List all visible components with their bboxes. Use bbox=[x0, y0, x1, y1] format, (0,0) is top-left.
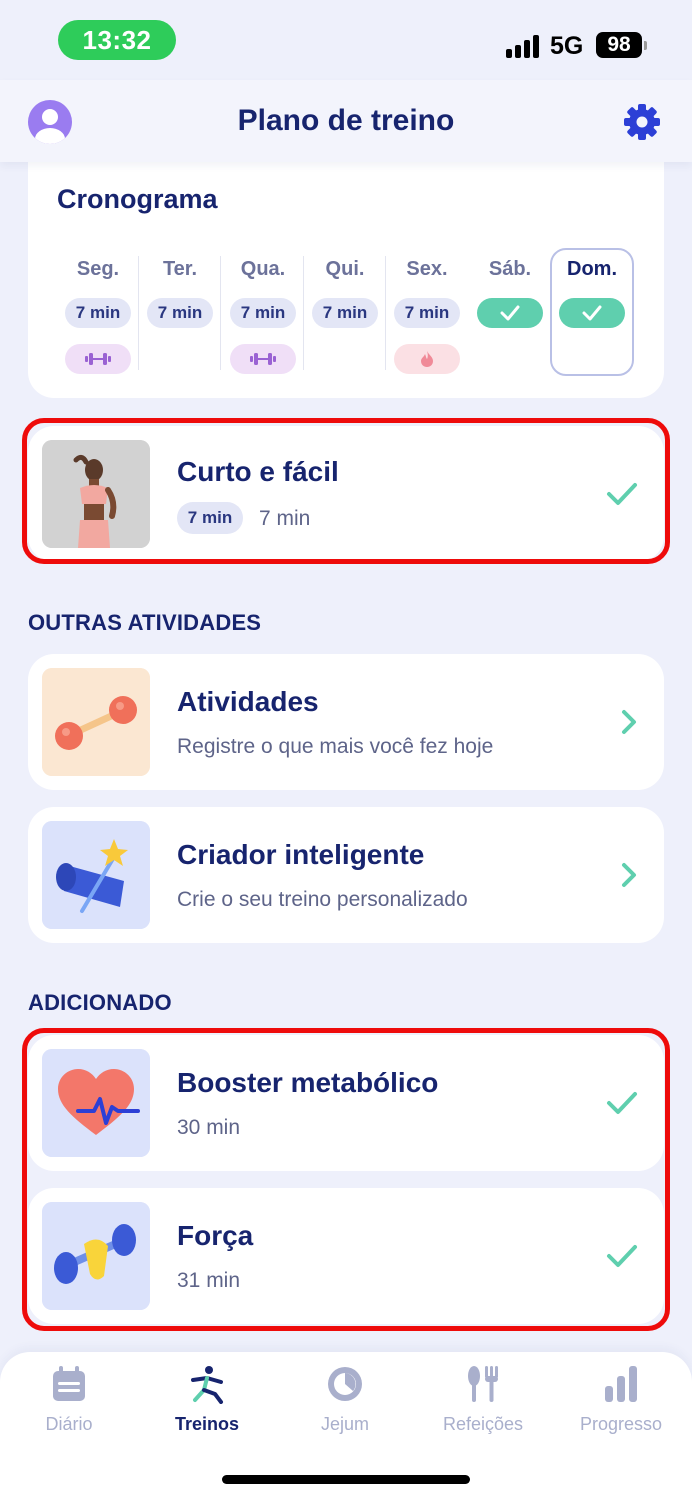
day-label: Ter. bbox=[162, 258, 198, 280]
activities-title: Atividades bbox=[177, 686, 319, 717]
home-indicator bbox=[222, 1475, 470, 1484]
day-label: Sáb. bbox=[488, 258, 532, 280]
day-thursday[interactable]: Qui. 7 min bbox=[304, 256, 386, 370]
metabolic-booster-duration: 30 min bbox=[177, 1116, 241, 1139]
day-duration-chip: 7 min bbox=[312, 298, 378, 328]
nav-item-treinos[interactable]: Treinos bbox=[138, 1364, 276, 1444]
status-bar: 13:32 5G 98 bbox=[0, 0, 692, 80]
bar-chart-icon bbox=[605, 1366, 637, 1402]
nav-item-progresso[interactable]: Progresso bbox=[552, 1364, 690, 1444]
day-tuesday[interactable]: Ter. 7 min bbox=[139, 256, 221, 370]
schedule-title: Cronograma bbox=[57, 184, 218, 214]
day-label: Qui. bbox=[325, 258, 365, 280]
section-title-added: ADICIONADO bbox=[28, 990, 172, 1015]
dumbbell-icon bbox=[42, 668, 150, 776]
nav-label: Treinos bbox=[174, 1414, 240, 1434]
status-time: 13:32 bbox=[58, 20, 176, 60]
day-duration-chip: 7 min bbox=[65, 298, 131, 328]
nav-item-jejum[interactable]: Jejum bbox=[276, 1364, 414, 1444]
day-duration-chip: 7 min bbox=[394, 298, 460, 328]
yoga-mat-icon bbox=[42, 821, 150, 929]
day-wednesday[interactable]: Qua. 7 min bbox=[222, 256, 304, 374]
strength-title: Força bbox=[177, 1220, 254, 1251]
day-label: Dom. bbox=[567, 258, 617, 280]
smart-creator-subtitle: Crie o seu treino personalizado bbox=[177, 888, 468, 911]
chevron-right-icon[interactable] bbox=[620, 862, 638, 888]
signal-icon bbox=[506, 34, 542, 58]
smart-creator-card[interactable]: Criador inteligente Crie o seu treino pe… bbox=[28, 807, 664, 943]
nav-label: Refeições bbox=[442, 1414, 524, 1434]
day-label: Qua. bbox=[240, 258, 286, 280]
day-duration-chip: 7 min bbox=[147, 298, 213, 328]
strength-duration: 31 min bbox=[177, 1269, 241, 1292]
workout-title: Curto e fácil bbox=[177, 456, 339, 487]
nav-label: Diário bbox=[45, 1414, 93, 1434]
fasting-clock-icon bbox=[328, 1367, 362, 1401]
dumbbell-hand-icon bbox=[42, 1202, 150, 1310]
strength-icon bbox=[65, 344, 131, 374]
activities-subtitle: Registre o que mais você fez hoje bbox=[177, 735, 494, 758]
gear-icon[interactable] bbox=[622, 102, 662, 142]
page-title: Plano de treino bbox=[237, 104, 455, 137]
calendar-icon bbox=[53, 1366, 85, 1401]
day-done-check-icon bbox=[559, 298, 625, 328]
workout-duration-chip: 7 min bbox=[177, 502, 243, 534]
workout-duration: 7 min bbox=[259, 507, 311, 530]
fork-knife-icon bbox=[468, 1366, 498, 1402]
section-title-other-activities: OUTRAS ATIVIDADES bbox=[28, 610, 262, 635]
heart-pulse-icon bbox=[42, 1049, 150, 1157]
check-icon bbox=[607, 1092, 637, 1114]
workout-photo bbox=[42, 440, 150, 548]
nav-item-refeicoes[interactable]: Refeições bbox=[414, 1364, 552, 1444]
day-monday[interactable]: Seg. 7 min bbox=[57, 256, 139, 374]
chevron-right-icon[interactable] bbox=[620, 709, 638, 735]
app-header: Plano de treino bbox=[0, 80, 692, 162]
check-icon bbox=[607, 483, 637, 505]
smart-creator-title: Criador inteligente bbox=[177, 839, 425, 870]
nav-item-diario[interactable]: Diário bbox=[0, 1364, 138, 1444]
featured-workout-card[interactable]: Curto e fácil 7 min 7 min bbox=[28, 426, 664, 562]
battery-icon: 98 bbox=[596, 32, 647, 58]
day-sunday[interactable]: Dom. bbox=[551, 256, 633, 370]
day-label: Seg. bbox=[76, 258, 120, 280]
metabolic-booster-card[interactable]: Booster metabólico 30 min bbox=[28, 1035, 664, 1171]
strength-card[interactable]: Força 31 min bbox=[28, 1188, 664, 1324]
workout-icon bbox=[191, 1366, 223, 1404]
fire-icon bbox=[394, 344, 460, 374]
nav-label: Progresso bbox=[579, 1414, 663, 1434]
day-saturday[interactable]: Sáb. bbox=[469, 256, 551, 370]
nav-label: Jejum bbox=[320, 1414, 369, 1434]
network-type: 5G bbox=[550, 32, 584, 60]
day-friday[interactable]: Sex. 7 min bbox=[386, 256, 468, 374]
day-done-check-icon bbox=[477, 298, 543, 328]
activities-card[interactable]: Atividades Registre o que mais você fez … bbox=[28, 654, 664, 790]
day-label: Sex. bbox=[406, 258, 448, 280]
check-icon bbox=[607, 1245, 637, 1267]
schedule-card: Cronograma Seg. 7 min Ter. 7 min Qua. 7 … bbox=[28, 150, 664, 398]
metabolic-booster-title: Booster metabólico bbox=[177, 1067, 439, 1098]
day-duration-chip: 7 min bbox=[230, 298, 296, 328]
strength-icon bbox=[230, 344, 296, 374]
